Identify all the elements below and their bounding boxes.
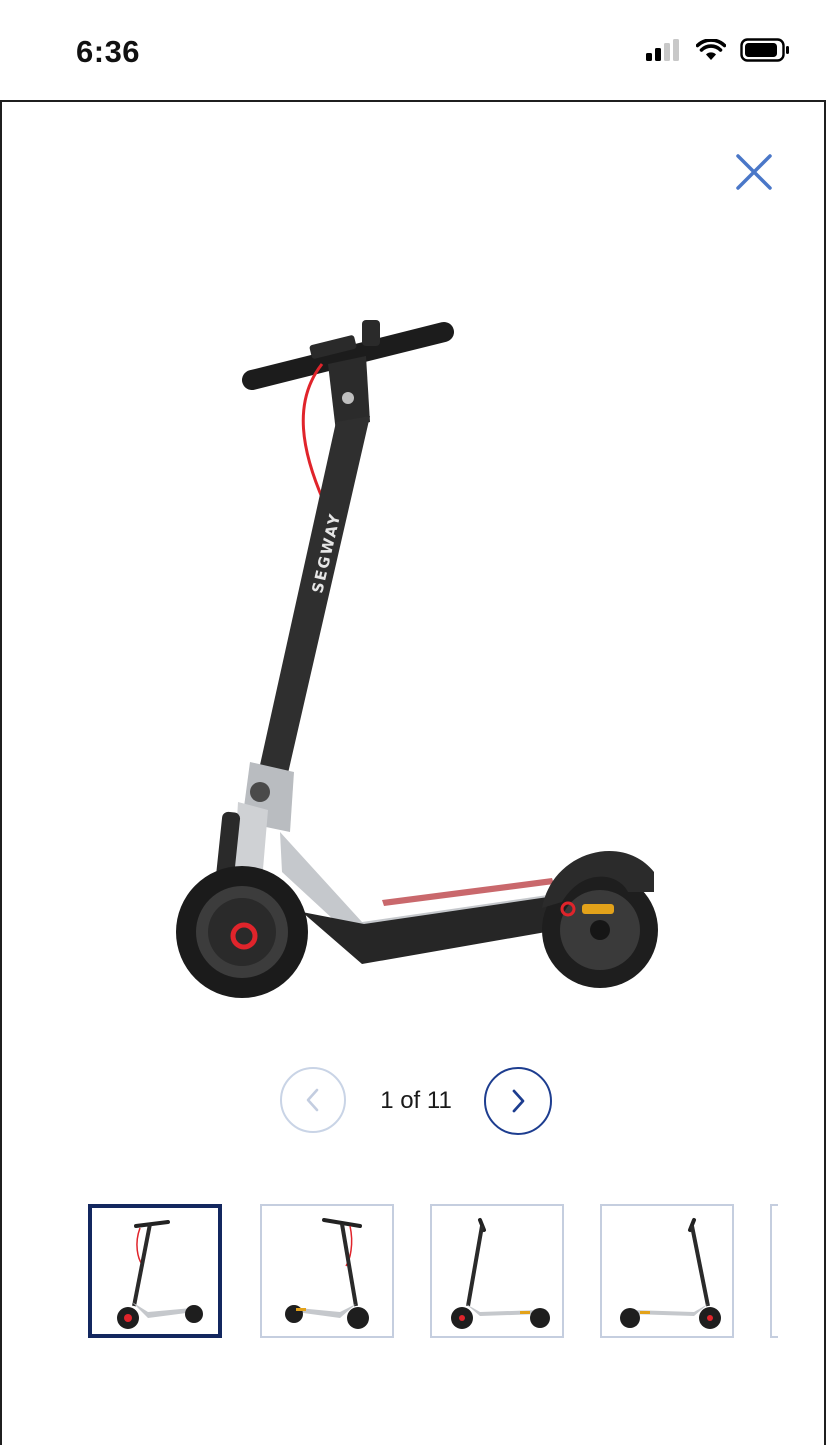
product-image-main: SEGWAY — [176, 320, 658, 998]
scooter-thumbnail-image — [451, 1218, 550, 1329]
wifi-icon — [696, 39, 726, 60]
image-counter: 1 of 11 — [380, 1087, 452, 1114]
status-icons — [646, 38, 790, 62]
scooter-thumbnail-image — [285, 1218, 369, 1329]
image-gallery-modal: SEGWAY 1 of 11 — [0, 100, 826, 1445]
previous-image-button[interactable] — [280, 1067, 346, 1133]
thumbnail-5[interactable] — [770, 1204, 778, 1338]
scooter-thumbnail-image — [117, 1220, 203, 1329]
cellular-signal-icon — [646, 39, 679, 61]
thumbnail-4[interactable] — [600, 1204, 734, 1338]
battery-icon — [740, 38, 789, 62]
close-icon — [736, 154, 772, 190]
gallery-pager: 1 of 11 — [2, 1067, 828, 1137]
status-time: 6:36 — [76, 34, 141, 69]
thumbnail-2[interactable] — [260, 1204, 394, 1338]
thumbnail-strip — [88, 1202, 778, 1342]
chevron-left-icon — [306, 1088, 319, 1112]
thumbnail-3[interactable] — [430, 1204, 564, 1338]
thumbnail-1[interactable] — [88, 1204, 222, 1338]
next-image-button[interactable] — [484, 1067, 552, 1135]
scooter-thumbnail-image — [620, 1218, 721, 1329]
status-bar: 6:36 — [0, 0, 830, 100]
chevron-right-icon — [512, 1089, 525, 1113]
close-button[interactable] — [732, 150, 776, 194]
